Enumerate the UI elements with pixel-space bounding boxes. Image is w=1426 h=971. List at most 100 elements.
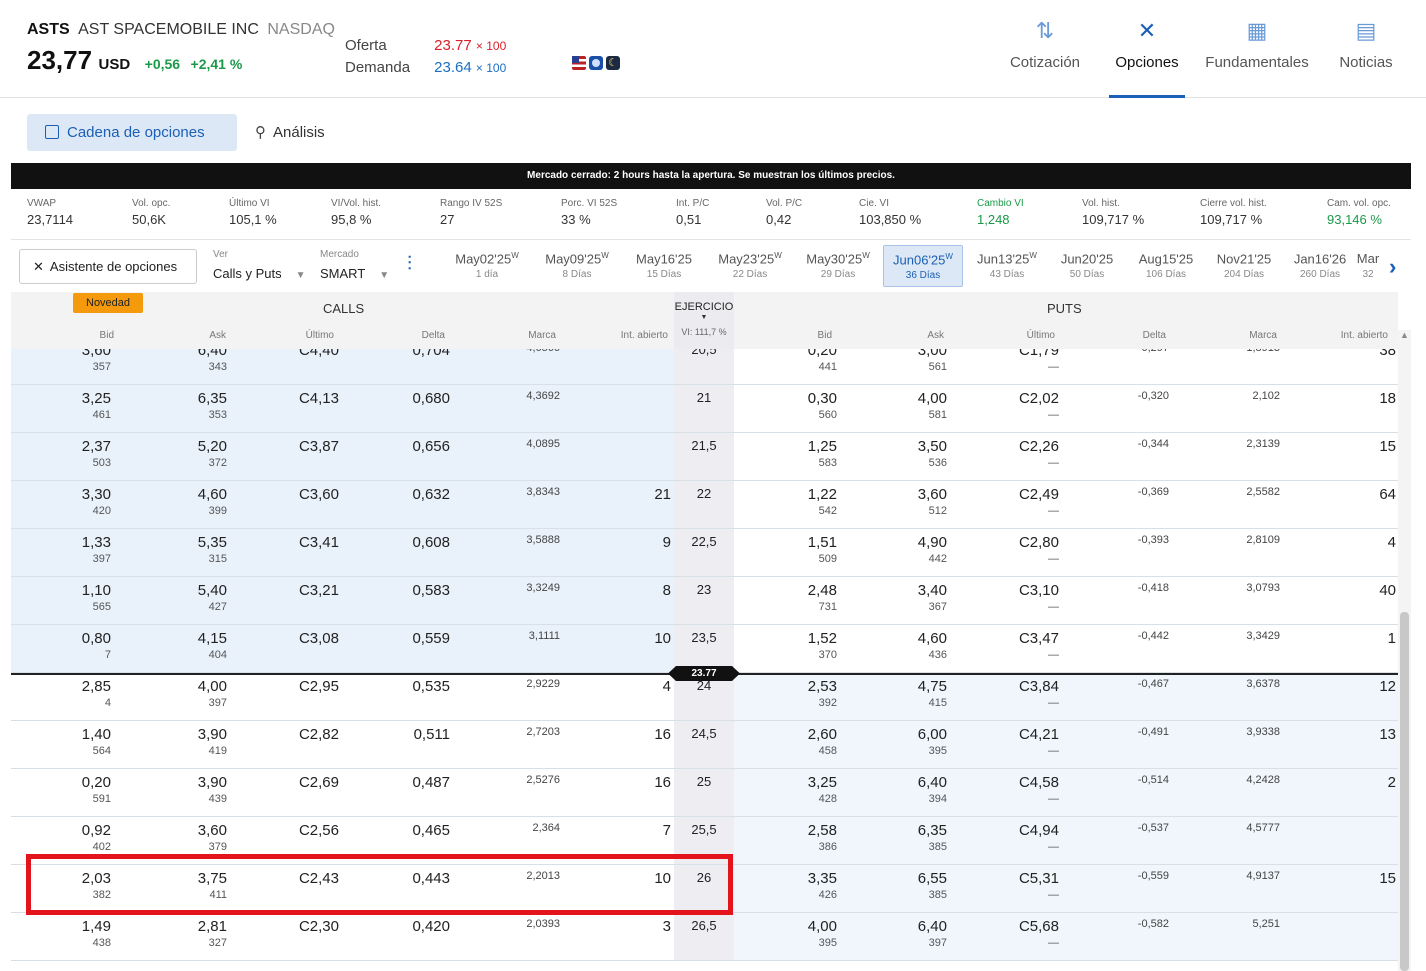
put-last[interactable]: C2,49 (1019, 486, 1059, 503)
tab-fundamentales[interactable]: ▦ Fundamentales (1201, 18, 1313, 98)
put-mark[interactable]: 4,9137 (1246, 870, 1280, 882)
call-mark[interactable]: 4,6566 (526, 349, 560, 354)
put-bid[interactable]: 1,52 (808, 630, 837, 647)
put-delta[interactable]: -0,467 (1138, 678, 1169, 690)
call-open-interest[interactable]: 21 (654, 486, 671, 503)
call-bid[interactable]: 1,40 (82, 726, 111, 743)
put-mark[interactable]: 2,102 (1252, 390, 1280, 402)
chevron-right-icon[interactable]: › (1389, 254, 1396, 280)
put-bid[interactable]: 4,00 (808, 918, 837, 935)
call-last[interactable]: C3,87 (299, 438, 339, 455)
tab-opciones[interactable]: ✕ Opciones (1109, 18, 1185, 98)
call-mark[interactable]: 3,5888 (526, 534, 560, 546)
put-mark[interactable]: 2,5582 (1246, 486, 1280, 498)
put-last[interactable]: C4,94 (1019, 822, 1059, 839)
scroll-thumb[interactable] (1400, 612, 1409, 971)
expiration-tab[interactable]: May30'25W 29 Días (798, 245, 878, 287)
call-bid[interactable]: 3,60 (82, 349, 111, 359)
put-ask[interactable]: 6,40 (918, 918, 947, 935)
col-put-delta[interactable]: Delta (1111, 330, 1166, 341)
call-last[interactable]: C4,40 (299, 349, 339, 359)
call-delta[interactable]: 0,559 (412, 630, 450, 647)
col-call-last[interactable]: Último (281, 330, 334, 341)
col-call-delta[interactable]: Delta (391, 330, 445, 341)
call-bid[interactable]: 1,10 (82, 582, 111, 599)
put-delta[interactable]: -0,320 (1138, 390, 1169, 402)
table-row[interactable]: 25 0,20 591 3,90 439 C2,69 0,487 2,5276 16 3,25 42… (11, 769, 1398, 817)
put-last[interactable]: C5,68 (1019, 918, 1059, 935)
put-open-interest[interactable]: 1 (1388, 630, 1396, 647)
call-bid[interactable]: 3,25 (82, 390, 111, 407)
put-ask[interactable]: 3,40 (918, 582, 947, 599)
put-delta[interactable]: -0,582 (1138, 918, 1169, 930)
call-open-interest[interactable]: 4 (663, 678, 671, 695)
put-delta[interactable]: -0,418 (1138, 582, 1169, 594)
put-ask[interactable]: 4,75 (918, 678, 947, 695)
put-bid[interactable]: 1,22 (808, 486, 837, 503)
call-ask[interactable]: 3,90 (198, 726, 227, 743)
call-delta[interactable]: 0,704 (412, 349, 450, 359)
put-open-interest[interactable]: 15 (1379, 870, 1396, 887)
put-last[interactable]: C3,10 (1019, 582, 1059, 599)
call-last[interactable]: C3,21 (299, 582, 339, 599)
strike-header[interactable]: EJERCICIO ▼ VI: 111,7 % (674, 292, 734, 349)
put-last[interactable]: C2,80 (1019, 534, 1059, 551)
put-ask[interactable]: 6,00 (918, 726, 947, 743)
put-last[interactable]: C4,58 (1019, 774, 1059, 791)
put-mark[interactable]: 3,3429 (1246, 630, 1280, 642)
put-last[interactable]: C2,26 (1019, 438, 1059, 455)
put-ask[interactable]: 6,55 (918, 870, 947, 887)
put-delta[interactable]: -0,514 (1138, 774, 1169, 786)
put-mark[interactable]: 4,2428 (1246, 774, 1280, 786)
put-open-interest[interactable]: 40 (1379, 582, 1396, 599)
put-open-interest[interactable]: 2 (1388, 774, 1396, 791)
col-put-bid[interactable]: Bid (791, 330, 832, 341)
put-open-interest[interactable]: 18 (1379, 390, 1396, 407)
put-delta[interactable]: -0,369 (1138, 486, 1169, 498)
call-mark[interactable]: 2,7203 (526, 726, 560, 738)
put-ask[interactable]: 6,35 (918, 822, 947, 839)
call-open-interest[interactable]: 7 (663, 822, 671, 839)
put-bid[interactable]: 2,60 (808, 726, 837, 743)
call-ask[interactable]: 3,60 (198, 822, 227, 839)
put-open-interest[interactable]: 38 (1379, 349, 1396, 359)
expiration-tab[interactable]: Jun13'25W 43 Días (967, 245, 1047, 287)
put-ask[interactable]: 3,00 (918, 349, 947, 359)
market-select[interactable]: Mercado SMART ▼ (320, 249, 389, 281)
put-open-interest[interactable]: 15 (1379, 438, 1396, 455)
expiration-tab[interactable]: May16'25 15 Días (624, 245, 704, 287)
put-ask[interactable]: 4,60 (918, 630, 947, 647)
call-delta[interactable]: 0,583 (412, 582, 450, 599)
call-ask[interactable]: 5,40 (198, 582, 227, 599)
call-open-interest[interactable]: 3 (663, 918, 671, 935)
expiration-tab[interactable]: Mar 32 (1347, 245, 1389, 287)
col-call-bid[interactable]: Bid (71, 330, 114, 341)
call-last[interactable]: C2,82 (299, 726, 339, 743)
table-row[interactable]: 22 3,30 420 4,60 399 C3,60 0,632 3,8343 21 1,22 54… (11, 481, 1398, 529)
put-bid[interactable]: 1,51 (808, 534, 837, 551)
put-last[interactable]: C4,21 (1019, 726, 1059, 743)
call-delta[interactable]: 0,465 (412, 822, 450, 839)
table-row[interactable]: 22,5 1,33 397 5,35 315 C3,41 0,608 3,5888 9 1,51 5… (11, 529, 1398, 577)
put-delta[interactable]: -0,393 (1138, 534, 1169, 546)
call-delta[interactable]: 0,632 (412, 486, 450, 503)
call-delta[interactable]: 0,420 (412, 918, 450, 935)
put-bid[interactable]: 2,53 (808, 678, 837, 695)
put-delta[interactable]: -0,559 (1138, 870, 1169, 882)
call-last[interactable]: C2,56 (299, 822, 339, 839)
expiration-tab[interactable]: May02'25W 1 día (447, 245, 527, 287)
options-wizard-button[interactable]: ✕ Asistente de opciones (19, 249, 197, 284)
call-bid[interactable]: 1,49 (82, 918, 111, 935)
put-bid[interactable]: 1,25 (808, 438, 837, 455)
call-mark[interactable]: 2,5276 (526, 774, 560, 786)
put-last[interactable]: C5,31 (1019, 870, 1059, 887)
put-ask[interactable]: 3,60 (918, 486, 947, 503)
table-row[interactable]: 26,5 1,49 438 2,81 327 C2,30 0,420 2,0393 3 4,00 3… (11, 913, 1398, 961)
call-bid[interactable]: 1,33 (82, 534, 111, 551)
put-last[interactable]: C3,47 (1019, 630, 1059, 647)
put-mark[interactable]: 2,3139 (1246, 438, 1280, 450)
col-put-oi[interactable]: Int. abierto (1311, 330, 1388, 341)
put-mark[interactable]: 4,5777 (1246, 822, 1280, 834)
put-last[interactable]: C2,02 (1019, 390, 1059, 407)
call-ask[interactable]: 6,35 (198, 390, 227, 407)
